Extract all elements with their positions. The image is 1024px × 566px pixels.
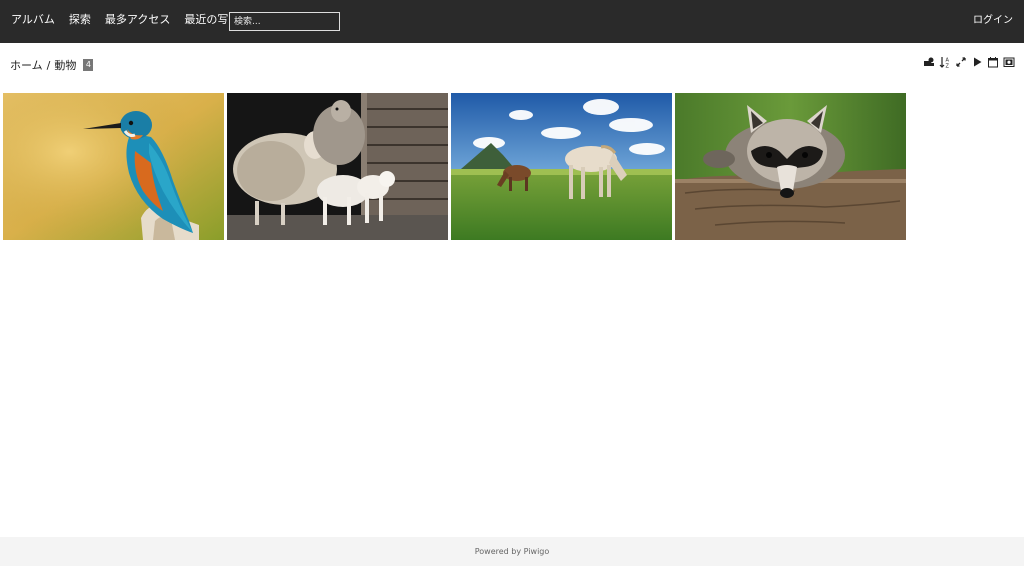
powered-by-text: Powered by [474,547,522,556]
size-toggle-icon[interactable] [955,56,967,68]
horses-image [451,93,672,240]
photo-info-icon[interactable] [1003,56,1015,68]
thumbnail-kingfisher[interactable] [3,93,224,240]
search-input[interactable] [229,12,340,31]
album-toolbar: AZ [923,56,1015,68]
breadcrumb-current-album[interactable]: 動物 [54,57,76,73]
breadcrumb-home-link[interactable]: ホーム [10,57,43,73]
photo-count-badge: 4 [83,59,94,71]
breadcrumb-separator: / [46,58,51,72]
group-by-icon[interactable] [923,56,935,68]
raccoon-image [675,93,906,240]
nav-most-visited-link[interactable]: 最多アクセス [105,13,170,27]
nav-albums-link[interactable]: アルバム [11,13,55,27]
thumbnail-raccoon[interactable] [675,93,906,240]
piwigo-link[interactable]: Piwigo [524,547,550,556]
breadcrumb: ホーム / 動物 4 [10,57,94,73]
kingfisher-image [3,93,224,240]
slideshow-play-icon[interactable] [971,56,983,68]
thumbnail-sheep[interactable] [227,93,448,240]
main-menu: アルバム 探索 最多アクセス 最近の写真 [11,13,239,27]
calendar-icon[interactable] [987,56,999,68]
svg-text:Z: Z [946,64,950,69]
nav-explore-link[interactable]: 探索 [69,13,91,27]
top-navbar: アルバム 探索 最多アクセス 最近の写真 ログイン [0,0,1024,43]
thumbnail-horses[interactable] [451,93,672,240]
footer: Powered by Piwigo [0,537,1024,566]
sort-order-icon[interactable]: AZ [939,56,951,68]
login-link[interactable]: ログイン [973,14,1013,28]
sheep-image [227,93,448,240]
